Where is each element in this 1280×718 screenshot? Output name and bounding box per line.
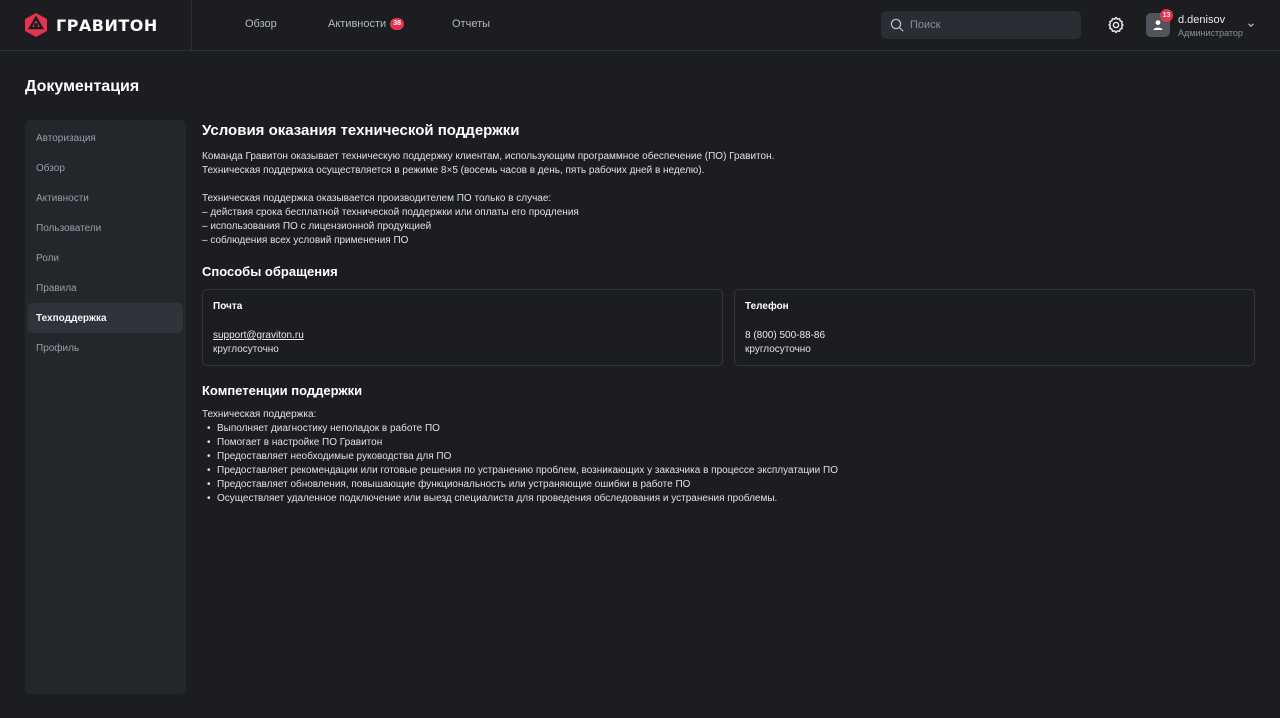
- intro-line: Техническая поддержка осуществляется в р…: [202, 165, 705, 176]
- logo[interactable]: ГРАВИТОН: [0, 0, 192, 50]
- conditions-line: – использования ПО с лицензионной продук…: [202, 221, 432, 232]
- gear-icon[interactable]: [1107, 16, 1125, 34]
- doc-title: Условия оказания технической поддержки: [202, 122, 520, 139]
- nav-overview-label: Обзор: [245, 18, 277, 30]
- intro-line: Команда Гравитон оказывает техническую п…: [202, 151, 775, 162]
- search-input[interactable]: Поиск: [881, 11, 1081, 39]
- sidebar-item-profile[interactable]: Профиль: [28, 333, 183, 363]
- contact-card-email: Почта support@graviton.ru круглосуточно: [202, 289, 723, 366]
- top-bar: ГРАВИТОН Обзор Активности 38 Отчеты Поис…: [0, 0, 1280, 51]
- activities-count-badge: 38: [390, 18, 405, 30]
- logo-text: ГРАВИТОН: [56, 15, 158, 35]
- list-item: Выполняет диагностику неполадок в работе…: [202, 422, 1256, 436]
- list-item: Предоставляет рекомендации или готовые р…: [202, 464, 1256, 478]
- sidebar-item-support[interactable]: Техподдержка: [28, 303, 183, 333]
- search-placeholder: Поиск: [910, 19, 941, 31]
- list-item: Осуществляет удаленное подключение или в…: [202, 492, 1256, 506]
- sidebar-item-overview[interactable]: Обзор: [28, 153, 183, 183]
- support-phone: 8 (800) 500-88-86: [745, 330, 826, 341]
- conditions-line: – соблюдения всех условий применения ПО: [202, 235, 409, 246]
- contact-card-note: круглосуточно: [745, 344, 811, 355]
- competence-intro: Техническая поддержка:: [202, 409, 317, 420]
- user-name[interactable]: d.denisov: [1178, 14, 1225, 26]
- nav-overview[interactable]: Обзор: [245, 18, 277, 30]
- contact-card-title: Телефон: [745, 301, 789, 312]
- list-item: Помогает в настройке ПО Гравитон: [202, 436, 1256, 450]
- search-icon: [890, 18, 904, 32]
- contact-card-title: Почта: [213, 301, 243, 312]
- conditions-line: – действия срока бесплатной технической …: [202, 207, 579, 218]
- nav-activities-label: Активности: [328, 18, 387, 30]
- sidebar-item-rules[interactable]: Правила: [28, 273, 183, 303]
- nav-reports[interactable]: Отчеты: [452, 18, 490, 30]
- list-item: Предоставляет обновления, повышающие фун…: [202, 478, 1256, 492]
- contact-heading: Способы обращения: [202, 264, 338, 279]
- sidebar-item-activities[interactable]: Активности: [28, 183, 183, 213]
- contact-card-phone: Телефон 8 (800) 500-88-86 круглосуточно: [734, 289, 1255, 366]
- sidebar: Авторизация Обзор Активности Пользовател…: [25, 120, 186, 694]
- graviton-logo-icon: [25, 13, 47, 37]
- sidebar-item-roles[interactable]: Роли: [28, 243, 183, 273]
- conditions-line: Техническая поддержка оказывается произв…: [202, 193, 552, 204]
- sidebar-item-auth[interactable]: Авторизация: [28, 123, 183, 153]
- contact-cards: Почта support@graviton.ru круглосуточно …: [202, 289, 1256, 366]
- list-item: Предоставляет необходимые руководства дл…: [202, 450, 1256, 464]
- chevron-down-icon[interactable]: [1246, 20, 1256, 30]
- contact-card-note: круглосуточно: [213, 344, 279, 355]
- page-title: Документация: [25, 78, 140, 95]
- nav-activities[interactable]: Активности 38: [328, 18, 405, 30]
- nav-reports-label: Отчеты: [452, 18, 491, 30]
- support-email-link[interactable]: support@graviton.ru: [213, 329, 712, 343]
- competence-list: Выполняет диагностику неполадок в работе…: [202, 422, 1256, 506]
- doc-content: Условия оказания технической поддержки К…: [202, 121, 1256, 506]
- user-role: Администратор: [1178, 28, 1243, 38]
- notifications-badge: 13: [1160, 9, 1173, 22]
- competence-heading: Компетенции поддержки: [202, 383, 363, 398]
- sidebar-item-users[interactable]: Пользователи: [28, 213, 183, 243]
